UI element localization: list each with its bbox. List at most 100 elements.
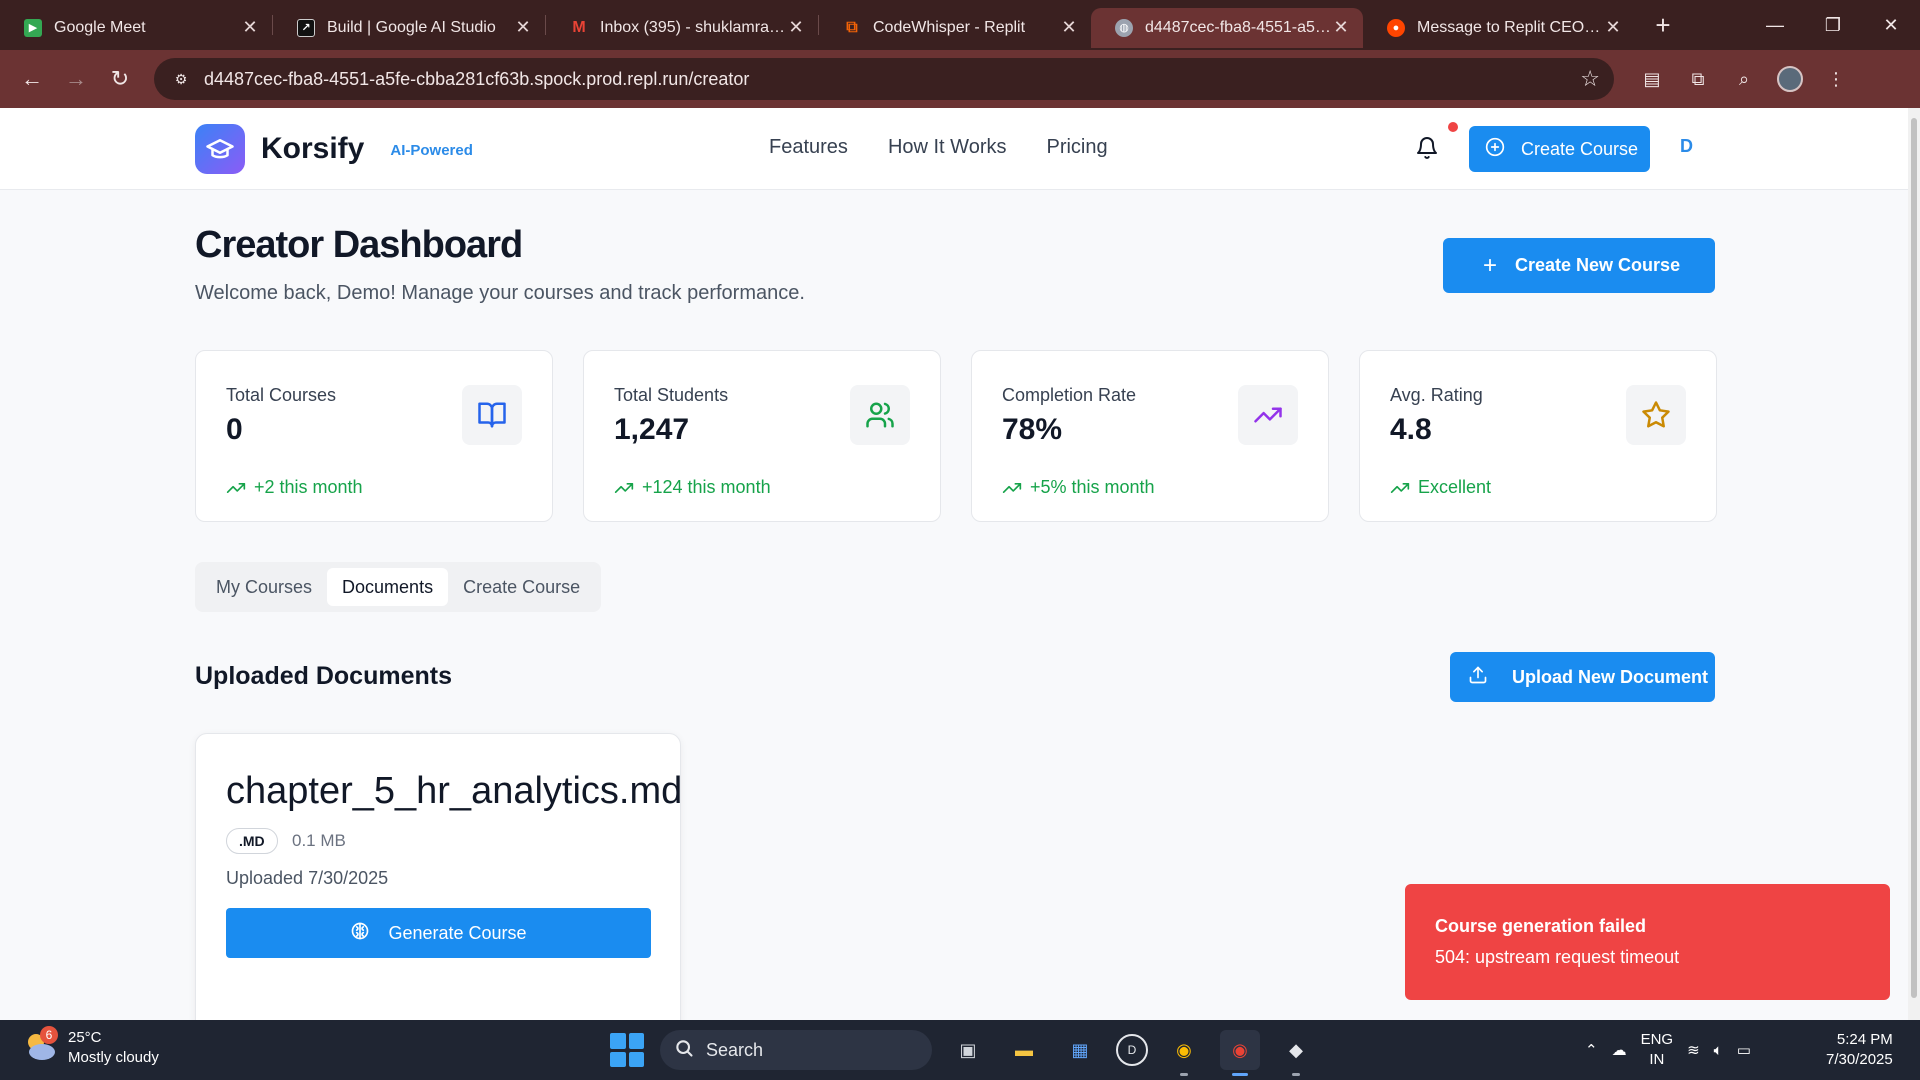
task-view-icon[interactable]: ▣	[948, 1030, 988, 1070]
close-window-icon[interactable]: ✕	[1862, 0, 1920, 50]
upload-date: Uploaded 7/30/2025	[226, 868, 389, 888]
tab-title: Build | Google AI Studio	[327, 18, 496, 36]
volume-icon[interactable]: 🔈︎	[1714, 1042, 1723, 1059]
close-icon[interactable]: ✕	[1603, 17, 1623, 38]
tab-documents[interactable]: Documents	[327, 568, 449, 606]
browser-tab-strip: ▶ Google Meet ✕ ↗ Build | Google AI Stud…	[0, 0, 1920, 50]
header-create-course-label: Create Course	[1521, 138, 1639, 159]
star-icon	[1626, 385, 1686, 445]
forward-icon[interactable]: →	[56, 59, 96, 99]
taskbar-search[interactable]: Search	[660, 1030, 932, 1070]
browser-tab-ai-studio[interactable]: ↗ Build | Google AI Studio ✕	[273, 8, 545, 48]
error-toast[interactable]: Course generation failed 504: upstream r…	[1405, 884, 1890, 1000]
close-icon[interactable]: ✕	[513, 17, 533, 38]
stat-trend-text: Excellent	[1418, 477, 1492, 497]
profile-avatar[interactable]	[1772, 61, 1808, 97]
stat-value: 4.8	[1390, 413, 1432, 446]
system-tray: ⌃ ☁ ENG IN ≋ 🔈︎ ▭	[1585, 1030, 1751, 1070]
chrome-icon[interactable]: ◉	[1164, 1030, 1204, 1076]
page-scrollbar[interactable]	[1908, 108, 1920, 1020]
chevron-up-icon[interactable]: ⌃	[1585, 1041, 1598, 1059]
tab-title: CodeWhisper - Replit	[873, 18, 1026, 36]
create-new-course-button[interactable]: + Create New Course	[1443, 238, 1715, 293]
stat-trend: Excellent	[1390, 477, 1491, 498]
scrollbar-thumb[interactable]	[1911, 118, 1917, 998]
browser-tab-google-meet[interactable]: ▶ Google Meet ✕	[0, 8, 272, 48]
bell-icon[interactable]	[1415, 136, 1441, 162]
stat-trend-text: +2 this month	[254, 477, 363, 497]
stat-card-avg-rating: Avg. Rating 4.8 Excellent	[1359, 350, 1717, 522]
back-icon[interactable]: ←	[12, 59, 52, 99]
browser-tab-reddit[interactable]: ● Message to Replit CEO : r/re ✕	[1363, 8, 1635, 48]
search-icon	[674, 1038, 694, 1063]
reload-icon[interactable]: ↻	[100, 59, 140, 99]
reddit-icon: ●	[1387, 18, 1405, 37]
brand-name: Korsify	[261, 132, 365, 165]
weather-widget[interactable]: 6 25°C Mostly cloudy	[22, 1026, 159, 1068]
document-name: chapter_5_hr_analytics.md	[226, 770, 683, 812]
stat-trend: +2 this month	[226, 477, 363, 498]
battery-icon[interactable]: ▭	[1737, 1041, 1751, 1059]
nav-pricing[interactable]: Pricing	[1046, 136, 1107, 159]
stat-value: 1,247	[614, 413, 690, 446]
tab-create-course[interactable]: Create Course	[448, 568, 595, 606]
cast-search-icon[interactable]: ⌕	[1726, 61, 1762, 97]
tab-my-courses[interactable]: My Courses	[201, 568, 327, 606]
gmail-icon: M	[572, 18, 586, 36]
onedrive-icon[interactable]: ☁	[1612, 1041, 1627, 1059]
close-icon[interactable]: ✕	[240, 17, 260, 38]
close-icon[interactable]: ✕	[1331, 17, 1351, 38]
puzzle-icon[interactable]: ⧉	[1680, 61, 1716, 97]
user-avatar[interactable]: D	[1680, 136, 1693, 157]
browser-tab-gmail[interactable]: M Inbox (395) - shuklamrajat@ ✕	[546, 8, 818, 48]
windows-start-icon[interactable]	[610, 1033, 644, 1067]
generate-course-label: Generate Course	[388, 922, 527, 943]
create-new-course-label: Create New Course	[1515, 255, 1681, 275]
browser-tab-replit[interactable]: ⧉ CodeWhisper - Replit ✕	[819, 8, 1091, 48]
new-tab-button[interactable]: +	[1643, 5, 1683, 45]
extension-icon[interactable]: ▤	[1634, 61, 1670, 97]
close-icon[interactable]: ✕	[786, 17, 806, 38]
toast-description: 504: upstream request timeout	[1435, 947, 1680, 967]
chrome-active-icon[interactable]: ◉	[1220, 1030, 1260, 1076]
store-icon[interactable]: ▦	[1060, 1030, 1100, 1070]
address-bar[interactable]: ⚙ d4487cec-fba8-4551-a5fe-cbba281cf63b.s…	[154, 58, 1614, 100]
restore-icon[interactable]: ❐	[1804, 0, 1862, 50]
brand[interactable]: Korsify AI-Powered	[195, 124, 473, 174]
upload-icon	[1468, 665, 1488, 690]
cloudy-icon: 6	[22, 1026, 62, 1068]
app-cube-icon[interactable]: ◆	[1276, 1030, 1316, 1076]
browser-toolbar: ← → ↻ ⚙ d4487cec-fba8-4551-a5fe-cbba281c…	[0, 50, 1920, 108]
header-create-course-button[interactable]: Create Course	[1469, 126, 1650, 172]
site-header: Korsify AI-Powered Features How It Works…	[0, 108, 1908, 190]
generate-course-button[interactable]: Generate Course	[226, 908, 651, 958]
brain-icon	[350, 921, 370, 946]
tab-title: Google Meet	[54, 18, 146, 36]
upload-new-document-button[interactable]: Upload New Document	[1450, 652, 1715, 702]
nav-how-it-works[interactable]: How It Works	[888, 136, 1007, 159]
site-settings-icon[interactable]: ⚙	[168, 66, 194, 92]
bookmark-star-icon[interactable]: ☆	[1580, 66, 1600, 92]
language-indicator[interactable]: ENG IN	[1641, 1030, 1674, 1070]
stats-row: Total Courses 0 +2 this month Total Stud…	[195, 350, 1717, 522]
ai-studio-icon: ↗	[297, 18, 315, 37]
file-explorer-icon[interactable]: ▬	[1004, 1030, 1044, 1070]
clock-date: 7/30/2025	[1826, 1051, 1893, 1068]
nav-features[interactable]: Features	[769, 136, 848, 159]
minimize-icon[interactable]: —	[1746, 0, 1804, 50]
weather-temp: 25°C	[68, 1029, 102, 1046]
browser-tab-active[interactable]: ◍ d4487cec-fba8-4551-a5fe-c ✕	[1091, 7, 1363, 48]
trending-up-icon	[1238, 385, 1298, 445]
graduation-cap-icon	[195, 124, 245, 174]
system-clock[interactable]: 5:24 PM 7/30/2025	[1826, 1030, 1893, 1070]
wifi-icon[interactable]: ≋	[1687, 1041, 1700, 1059]
menu-icon[interactable]: ⋮	[1818, 61, 1854, 97]
dell-icon[interactable]: D	[1116, 1034, 1148, 1066]
close-icon[interactable]: ✕	[1059, 17, 1079, 38]
windows-taskbar: 6 25°C Mostly cloudy Search ▣ ▬ ▦ D ◉ ◉ …	[0, 1020, 1920, 1080]
language-code: ENG	[1640, 1031, 1674, 1048]
trending-up-icon	[614, 482, 634, 493]
main-nav: Features How It Works Pricing	[769, 136, 1108, 159]
notification-dot	[1448, 122, 1458, 132]
users-icon	[850, 385, 910, 445]
